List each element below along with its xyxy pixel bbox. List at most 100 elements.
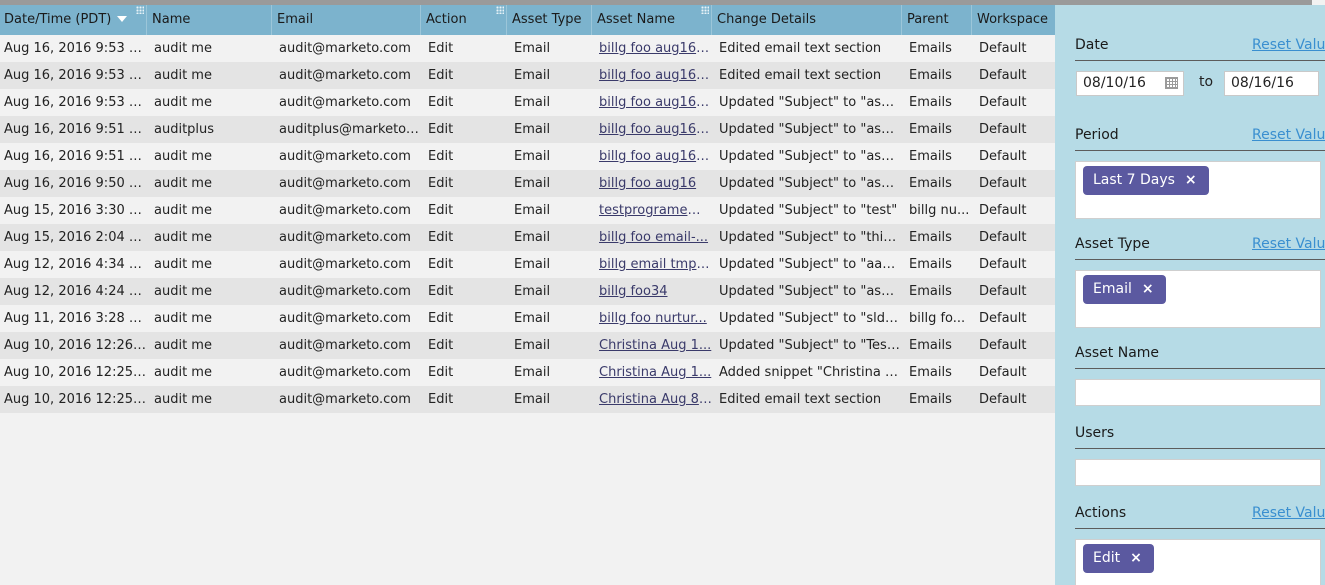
column-header-workspace[interactable]: Workspace: [972, 5, 1055, 35]
workspace-cell: Default: [979, 122, 1027, 137]
remove-tag-icon[interactable]: ×: [1142, 275, 1154, 304]
asset-name-link[interactable]: testprogramem...: [592, 197, 712, 224]
asset-name-link[interactable]: Christina Aug 1...: [592, 332, 712, 359]
asset-name-link[interactable]: billg foo aug16-...: [592, 62, 712, 89]
change-details-cell: Edited email text section: [719, 392, 882, 407]
column-header-change-details[interactable]: Change Details: [712, 5, 902, 35]
table-row[interactable]: Aug 10, 2016 12:25 P... audit me audit@mar…: [0, 386, 1055, 413]
change-details-cell: Updated "Subject" to "this i...: [719, 230, 902, 245]
workspace-cell: Default: [979, 149, 1027, 164]
column-menu-grip-icon[interactable]: [496, 6, 504, 14]
name-cell: audit me: [154, 95, 212, 110]
asset-type-cell: Email: [514, 392, 551, 407]
change-details-cell: Edited email text section: [719, 41, 882, 56]
column-header-parent[interactable]: Parent: [902, 5, 972, 35]
asset-name-link[interactable]: billg foo aug16-...: [592, 116, 712, 143]
actions-reset-link[interactable]: Reset Valu: [1252, 505, 1325, 521]
period-reset-link[interactable]: Reset Valu: [1252, 127, 1325, 143]
asset-type-cell: Email: [514, 176, 551, 191]
table-row[interactable]: Aug 16, 2016 9:51 AM audit me audit@market…: [0, 143, 1055, 170]
datetime-cell: Aug 12, 2016 4:24 PM: [4, 284, 147, 299]
change-details-cell: Updated "Subject" to "aaaa...: [719, 257, 902, 272]
asset-name-link[interactable]: billg foo nurtur...: [592, 305, 712, 332]
email-cell: auditplus@marketo....: [279, 122, 421, 137]
table-row[interactable]: Aug 16, 2016 9:51 AM auditplus auditplus@m…: [0, 116, 1055, 143]
asset-name-link[interactable]: billg foo email-...: [592, 224, 712, 251]
column-header-asset-type[interactable]: Asset Type: [507, 5, 592, 35]
workspace-cell: Default: [979, 95, 1027, 110]
parent-cell: Emails: [909, 230, 952, 245]
asset-name-filter-title: Asset Name: [1075, 345, 1160, 361]
column-header-asset-name[interactable]: Asset Name: [592, 5, 712, 35]
column-header-action[interactable]: Action: [421, 5, 507, 35]
table-row[interactable]: Aug 12, 2016 4:34 PM audit me audit@market…: [0, 251, 1055, 278]
users-filter-title: Users: [1075, 425, 1115, 441]
table-row[interactable]: Aug 15, 2016 3:30 PM audit me audit@market…: [0, 197, 1055, 224]
period-filter-title: Period: [1075, 127, 1119, 143]
sort-desc-icon[interactable]: [117, 15, 128, 22]
column-menu-grip-icon[interactable]: [701, 6, 709, 14]
table-row[interactable]: Aug 15, 2016 2:04 PM audit me audit@market…: [0, 224, 1055, 251]
actions-tag-box[interactable]: Edit ×: [1075, 539, 1321, 585]
asset-name-link[interactable]: billg foo34: [592, 278, 712, 305]
column-header-label: Asset Type: [512, 12, 582, 27]
column-menu-grip-icon[interactable]: [136, 6, 144, 14]
table-row[interactable]: Aug 11, 2016 3:28 PM audit me audit@market…: [0, 305, 1055, 332]
workspace-cell: Default: [979, 284, 1027, 299]
asset-type-cell: Email: [514, 311, 551, 326]
asset-type-tag-box[interactable]: Email ×: [1075, 270, 1321, 328]
asset-name-link[interactable]: Christina Aug 1...: [592, 359, 712, 386]
asset-name-link[interactable]: billg foo aug16-...: [592, 35, 712, 62]
asset-name-link[interactable]: Christina Aug 8 ...: [592, 386, 712, 413]
action-cell: Edit: [428, 365, 454, 380]
action-cell: Edit: [428, 311, 454, 326]
table-row[interactable]: Aug 10, 2016 12:26 P... audit me audit@mar…: [0, 332, 1055, 359]
column-header-label: Parent: [907, 12, 949, 27]
workspace-cell: Default: [979, 311, 1027, 326]
asset-name-link[interactable]: billg foo aug16-...: [592, 89, 712, 116]
asset-type-cell: Email: [514, 203, 551, 218]
name-cell: audit me: [154, 284, 212, 299]
table-row[interactable]: Aug 16, 2016 9:53 AM audit me audit@market…: [0, 62, 1055, 89]
parent-cell: Emails: [909, 149, 952, 164]
column-header-name[interactable]: Name: [147, 5, 272, 35]
change-details-cell: Updated "Subject" to "Test ...: [719, 338, 902, 353]
date-to-input[interactable]: 08/16/16: [1224, 71, 1319, 96]
column-header-label: Date/Time (PDT): [4, 12, 112, 27]
name-cell: audit me: [154, 257, 212, 272]
datetime-cell: Aug 16, 2016 9:51 AM: [4, 149, 147, 164]
asset-name-link[interactable]: billg email tmp-...: [592, 251, 712, 278]
period-tag-box[interactable]: Last 7 Days ×: [1075, 161, 1321, 219]
column-header-datetime[interactable]: Date/Time (PDT): [0, 5, 147, 35]
table-row[interactable]: Aug 16, 2016 9:53 AM audit me audit@market…: [0, 89, 1055, 116]
asset-type-cell: Email: [514, 284, 551, 299]
date-range-separator: to: [1199, 74, 1214, 90]
asset-type-filter-header: Asset Type Reset Valu: [1075, 234, 1325, 260]
users-input[interactable]: [1075, 459, 1321, 486]
column-header-label: Asset Name: [597, 12, 676, 27]
name-cell: auditplus: [154, 122, 215, 137]
name-cell: audit me: [154, 68, 212, 83]
asset-name-input[interactable]: [1075, 379, 1321, 406]
table-row[interactable]: Aug 16, 2016 9:53 AM audit me audit@market…: [0, 35, 1055, 62]
email-cell: audit@marketo.com: [279, 41, 411, 56]
datetime-cell: Aug 10, 2016 12:25 P...: [4, 365, 147, 380]
date-reset-link[interactable]: Reset Valu: [1252, 37, 1325, 53]
column-header-email[interactable]: Email: [272, 5, 421, 35]
users-filter-header: Users: [1075, 423, 1325, 449]
asset-name-link[interactable]: billg foo aug16: [592, 170, 712, 197]
table-row[interactable]: Aug 12, 2016 4:24 PM audit me audit@market…: [0, 278, 1055, 305]
action-cell: Edit: [428, 176, 454, 191]
table-row[interactable]: Aug 16, 2016 9:50 AM audit me audit@market…: [0, 170, 1055, 197]
table-row[interactable]: Aug 10, 2016 12:25 P... audit me audit@mar…: [0, 359, 1055, 386]
remove-tag-icon[interactable]: ×: [1130, 544, 1142, 573]
action-cell: Edit: [428, 41, 454, 56]
remove-tag-icon[interactable]: ×: [1185, 166, 1197, 195]
name-cell: audit me: [154, 230, 212, 245]
change-details-cell: Updated "Subject" to "test": [719, 203, 898, 218]
asset-type-reset-link[interactable]: Reset Valu: [1252, 236, 1325, 252]
asset-name-link[interactable]: billg foo aug16-...: [592, 143, 712, 170]
date-from-input[interactable]: 08/10/16: [1076, 71, 1184, 96]
calendar-icon[interactable]: [1165, 77, 1178, 89]
datetime-cell: Aug 16, 2016 9:50 AM: [4, 176, 147, 191]
